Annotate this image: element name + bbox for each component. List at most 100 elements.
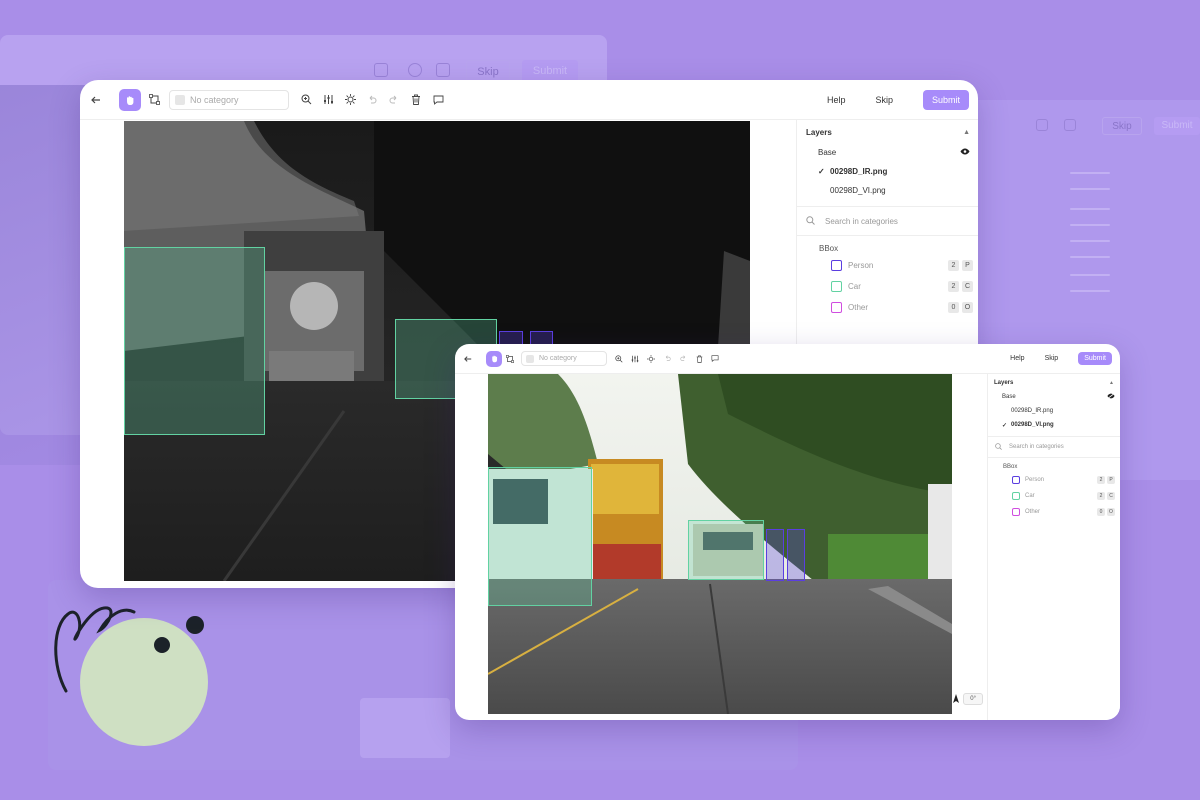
shortcut-key: C (1107, 492, 1115, 500)
toolbar: No category Help Skip Submit (455, 344, 1120, 374)
category-person[interactable]: Person 2 P (797, 255, 978, 276)
category-group-label: BBox (1003, 464, 1018, 470)
trash-icon[interactable] (691, 351, 707, 367)
layer-file-vi[interactable]: ✓ 00298D_VI.png (988, 418, 1120, 432)
category-other[interactable]: Other 0 O (988, 504, 1120, 520)
bbox-car[interactable] (124, 247, 265, 435)
brightness-icon[interactable] (339, 89, 361, 111)
category-label: Other (1025, 509, 1041, 515)
bbox-category-icon (1012, 492, 1020, 500)
bbox-tool-icon[interactable] (502, 351, 518, 367)
bbox-car[interactable] (688, 520, 764, 580)
layer-file-ir[interactable]: ✓ 00298D_IR.png (797, 162, 978, 181)
category-label: Person (848, 261, 874, 270)
category-select[interactable]: No category (521, 351, 607, 366)
bbox-category-icon (831, 260, 842, 271)
redo-icon[interactable] (383, 89, 405, 111)
help-link[interactable]: Help (1010, 355, 1024, 362)
shortcut-key: 2 (948, 281, 959, 292)
eye-icon[interactable] (960, 148, 970, 157)
layers-title: Layers (806, 128, 832, 137)
hand-pan-icon[interactable] (486, 350, 502, 367)
bbox-car[interactable] (488, 467, 592, 606)
category-person[interactable]: Person 2 P (988, 472, 1120, 488)
comment-icon[interactable] (427, 89, 449, 111)
category-label: Person (1025, 477, 1045, 483)
category-car[interactable]: Car 2 C (988, 488, 1120, 504)
category-label: Car (848, 282, 861, 291)
trash-icon[interactable] (405, 89, 427, 111)
layer-file-label: 00298D_IR.png (830, 167, 888, 176)
undo-icon[interactable] (361, 89, 383, 111)
bbox-person[interactable] (766, 529, 784, 581)
background-line (1070, 224, 1110, 226)
background-submit-button: Submit (522, 60, 578, 82)
submit-button[interactable]: Submit (922, 89, 969, 110)
background-line (1070, 290, 1110, 292)
checkmark-icon: ✓ (818, 167, 825, 176)
zoom-in-icon[interactable] (611, 351, 627, 367)
category-search-input[interactable]: Search in categories (988, 436, 1120, 458)
shortcut-key: O (962, 302, 973, 313)
compass-icon (953, 690, 960, 708)
background-line (1070, 172, 1110, 174)
background-line (1070, 208, 1110, 210)
help-link[interactable]: Help (827, 95, 846, 105)
layers-title: Layers (994, 380, 1014, 386)
redo-icon[interactable] (675, 351, 691, 367)
layer-base-label: Base (1002, 394, 1016, 400)
chevron-up-icon[interactable]: ▲ (1109, 380, 1114, 386)
rotation-value[interactable]: 0° (963, 693, 983, 705)
background-line (1070, 274, 1110, 276)
category-swatch (526, 354, 534, 363)
category-select[interactable]: No category (169, 89, 289, 110)
checkmark-icon: ✓ (1002, 422, 1008, 429)
brightness-icon[interactable] (643, 351, 659, 367)
layer-file-ir[interactable]: 00298D_IR.png (988, 404, 1120, 418)
copy-icon (436, 63, 450, 77)
search-placeholder: Search in categories (825, 216, 898, 226)
back-arrow-icon[interactable] (85, 89, 107, 111)
shortcut-key: C (962, 281, 973, 292)
shortcut-key: P (962, 260, 973, 271)
category-placeholder: No category (539, 355, 577, 362)
skip-button[interactable]: Skip (1045, 355, 1059, 362)
image-canvas[interactable] (488, 374, 952, 714)
skip-button[interactable]: Skip (875, 95, 893, 105)
brightness-icon (408, 63, 422, 77)
layer-base[interactable]: Base (797, 143, 978, 162)
shortcut-key: 2 (948, 260, 959, 271)
eye-off-icon[interactable] (1107, 393, 1115, 401)
decorative-circle (80, 618, 208, 746)
bbox-person[interactable] (787, 529, 805, 581)
shortcut-key: 0 (948, 302, 959, 313)
text-tool-icon (1036, 119, 1048, 131)
shortcut-key: 0 (1097, 508, 1105, 516)
category-swatch (175, 94, 185, 105)
sliders-icon[interactable] (627, 351, 643, 367)
comment-icon[interactable] (707, 351, 723, 367)
back-arrow-icon[interactable] (460, 351, 476, 367)
zoom-in-icon[interactable] (295, 89, 317, 111)
layers-header[interactable]: Layers ▲ (988, 374, 1120, 390)
bbox-tool-icon[interactable] (143, 89, 165, 111)
layer-file-vi[interactable]: 00298D_VI.png (797, 181, 978, 200)
undo-icon[interactable] (659, 351, 675, 367)
folder-icon (360, 698, 450, 758)
background-line (1070, 240, 1110, 242)
category-car[interactable]: Car 2 C (797, 276, 978, 297)
decorative-dot (186, 616, 204, 634)
copy-icon (1064, 119, 1076, 131)
chevron-up-icon[interactable]: ▲ (963, 129, 970, 136)
background-skip-button: Skip (466, 60, 510, 82)
layer-base[interactable]: Base (988, 390, 1120, 404)
category-search-input[interactable]: Search in categories (797, 206, 978, 236)
bbox-category-icon (831, 302, 842, 313)
category-other[interactable]: Other 0 O (797, 297, 978, 318)
rotation-control[interactable]: 0° (953, 690, 983, 708)
hand-pan-icon[interactable] (119, 88, 141, 111)
sliders-icon[interactable] (317, 89, 339, 111)
layers-header[interactable]: Layers ▲ (797, 120, 978, 143)
shortcut-keys: 2 C (945, 281, 973, 292)
submit-button[interactable]: Submit (1078, 352, 1112, 365)
